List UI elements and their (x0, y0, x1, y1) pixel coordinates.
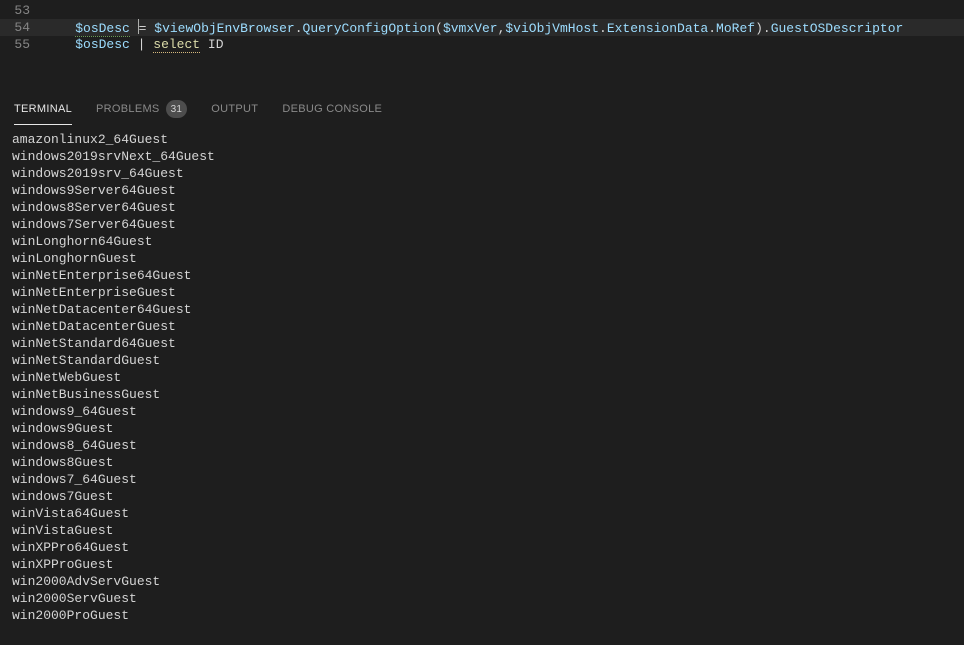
tab-output[interactable]: OUTPUT (211, 93, 258, 125)
terminal-line: windows7Guest (12, 488, 950, 505)
terminal-line: windows8Guest (12, 454, 950, 471)
terminal-line: windows2019srv_64Guest (12, 165, 950, 182)
terminal-line: winNetEnterprise64Guest (12, 267, 950, 284)
code-token: . (708, 21, 716, 36)
terminal-line: winNetEnterpriseGuest (12, 284, 950, 301)
code-token: ( (435, 21, 443, 36)
terminal-line: windows8_64Guest (12, 437, 950, 454)
code-token (130, 21, 138, 36)
tab-output-label: OUTPUT (211, 103, 258, 115)
code-line[interactable]: 55 $osDesc | select ID (0, 36, 964, 53)
terminal-line: winNetBusinessGuest (12, 386, 950, 403)
terminal-line: winVista64Guest (12, 505, 950, 522)
terminal-line: winNetWebGuest (12, 369, 950, 386)
code-token (44, 21, 75, 36)
terminal-line: winNetStandard64Guest (12, 335, 950, 352)
terminal-line: windows2019srvNext_64Guest (12, 148, 950, 165)
code-line[interactable]: 54 $osDesc = $viewObjEnvBrowser.QueryCon… (0, 19, 964, 36)
terminal-line: windows9Guest (12, 420, 950, 437)
terminal-line: amazonlinux2_64Guest (12, 131, 950, 148)
code-token: MoRef (716, 21, 755, 36)
tab-problems[interactable]: PROBLEMS 31 (96, 93, 187, 125)
code-token: $osDesc (75, 21, 130, 37)
tab-problems-label: PROBLEMS (96, 103, 160, 115)
terminal-line: windows9Server64Guest (12, 182, 950, 199)
bottom-panel: TERMINAL PROBLEMS 31 OUTPUT DEBUG CONSOL… (0, 93, 964, 624)
panel-tab-bar: TERMINAL PROBLEMS 31 OUTPUT DEBUG CONSOL… (0, 93, 964, 125)
tab-debug-console-label: DEBUG CONSOLE (282, 103, 382, 115)
terminal-line: winNetDatacenterGuest (12, 318, 950, 335)
problems-count-badge: 31 (166, 100, 188, 118)
terminal-line: win2000AdvServGuest (12, 573, 950, 590)
code-token: . (599, 21, 607, 36)
editor-area[interactable]: 5354 $osDesc = $viewObjEnvBrowser.QueryC… (0, 0, 964, 53)
terminal-line: winNetStandardGuest (12, 352, 950, 369)
terminal-line: winLonghornGuest (12, 250, 950, 267)
terminal-line: win2000ProGuest (12, 607, 950, 624)
terminal-line: winNetDatacenter64Guest (12, 301, 950, 318)
code-token: ID (208, 37, 224, 52)
code-content[interactable]: $osDesc | select ID (44, 36, 964, 53)
tab-terminal-label: TERMINAL (14, 103, 72, 115)
code-token (200, 37, 208, 52)
code-token (44, 37, 75, 52)
code-token: ) (755, 21, 763, 36)
tab-debug-console[interactable]: DEBUG CONSOLE (282, 93, 382, 125)
code-token: $osDesc (75, 37, 130, 52)
code-token: QueryConfigOption (303, 21, 436, 36)
code-token: $vmxVer (443, 21, 498, 36)
terminal-line: windows7_64Guest (12, 471, 950, 488)
terminal-output[interactable]: amazonlinux2_64Guestwindows2019srvNext_6… (0, 125, 964, 624)
code-line[interactable]: 53 (0, 2, 964, 19)
editor-panel-gap (0, 53, 964, 93)
terminal-line: winXPProGuest (12, 556, 950, 573)
code-content[interactable]: $osDesc = $viewObjEnvBrowser.QueryConfig… (44, 19, 964, 37)
code-token: $viObjVmHost (505, 21, 599, 36)
line-number: 53 (0, 2, 44, 19)
terminal-line: winLonghorn64Guest (12, 233, 950, 250)
tab-terminal[interactable]: TERMINAL (14, 93, 72, 125)
terminal-line: windows9_64Guest (12, 403, 950, 420)
terminal-line: win2000ServGuest (12, 590, 950, 607)
line-number: 54 (0, 19, 44, 36)
code-token: . (295, 21, 303, 36)
terminal-line: winVistaGuest (12, 522, 950, 539)
terminal-line: winXPPro64Guest (12, 539, 950, 556)
terminal-line: windows8Server64Guest (12, 199, 950, 216)
code-token (130, 37, 138, 52)
line-number: 55 (0, 36, 44, 53)
code-token: $viewObjEnvBrowser (154, 21, 294, 36)
terminal-line: windows7Server64Guest (12, 216, 950, 233)
code-token: select (153, 37, 200, 53)
code-token: ExtensionData (607, 21, 708, 36)
code-token: GuestOSDescriptor (771, 21, 904, 36)
code-token: . (763, 21, 771, 36)
